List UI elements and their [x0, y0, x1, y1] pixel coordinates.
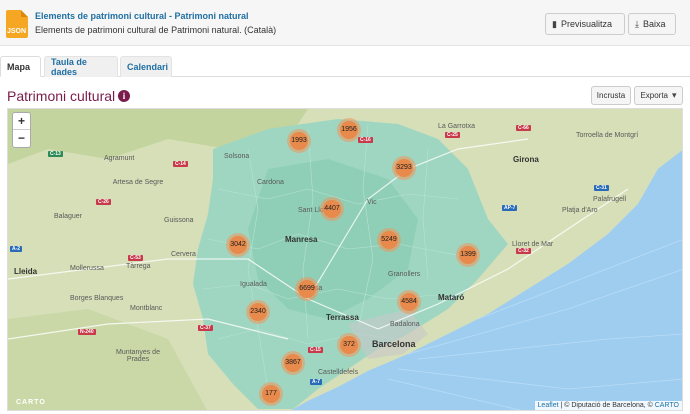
- road-label: C-66: [516, 125, 531, 131]
- download-button[interactable]: ⤓ Baixa: [628, 13, 676, 35]
- resource-subtitle: Elements de patrimoni cultural de Patrim…: [35, 25, 277, 35]
- place-label: Borges Blanques: [70, 295, 124, 302]
- road-label: C-14: [173, 161, 188, 167]
- resource-header: JSON Elements de patrimoni cultural - Pa…: [0, 0, 690, 46]
- road-label: AP-7: [502, 205, 518, 211]
- road-label: C-25: [445, 132, 460, 138]
- place-label: Artesa de Segre: [112, 179, 164, 186]
- zoom-controls: + −: [12, 112, 31, 148]
- marker-cluster[interactable]: 4407: [320, 197, 344, 221]
- place-label: Balaguer: [54, 213, 83, 220]
- road-label: N-240: [78, 329, 96, 335]
- export-dropdown-button[interactable]: Exporta ▾: [634, 86, 683, 105]
- cluster-count: 3867: [284, 354, 302, 372]
- leaflet-link[interactable]: Leaflet: [538, 402, 559, 409]
- marker-cluster[interactable]: 6699: [295, 277, 319, 301]
- place-label: Cardona: [257, 179, 284, 186]
- cluster-count: 1956: [340, 121, 358, 139]
- tab-map[interactable]: Mapa: [0, 56, 41, 77]
- tab-calendar[interactable]: Calendari: [120, 56, 172, 77]
- road-label: C-31: [594, 185, 609, 191]
- marker-cluster[interactable]: 1956: [337, 118, 361, 142]
- place-label: Cervera: [171, 251, 196, 258]
- preview-button-label: Previsualitza: [560, 19, 612, 29]
- marker-cluster[interactable]: 177: [259, 382, 283, 406]
- cluster-count: 2340: [249, 303, 267, 321]
- marker-cluster[interactable]: 1993: [287, 129, 311, 153]
- marker-cluster[interactable]: 3293: [392, 156, 416, 180]
- marker-cluster[interactable]: 1399: [456, 243, 480, 267]
- download-icon: ⤓: [635, 18, 639, 29]
- place-label: Tàrrega: [126, 263, 151, 270]
- download-button-label: Baixa: [642, 19, 666, 29]
- map-section-title: Patrimoni cultural: [7, 88, 116, 104]
- road-label: A-7: [310, 379, 323, 385]
- place-label: Lleida: [14, 267, 38, 276]
- road-label: C-15: [308, 347, 323, 353]
- json-file-icon: JSON: [6, 10, 28, 38]
- carto-link[interactable]: CARTO: [655, 402, 679, 409]
- attribution-text: | © Diputació de Barcelona, ©: [558, 402, 655, 409]
- caret-down-icon: ▾: [672, 90, 677, 100]
- road-label: C-32: [516, 248, 531, 254]
- place-label: Solsona: [224, 153, 250, 160]
- road-label: C-16: [358, 137, 373, 143]
- zoom-in-button[interactable]: +: [13, 113, 30, 130]
- road-label: C-53: [128, 255, 143, 261]
- place-label: Terrassa: [326, 313, 359, 322]
- place-label: Muntanyes de Prades: [116, 349, 160, 363]
- place-label: Agramunt: [104, 155, 135, 162]
- place-label: Badalona: [390, 321, 420, 328]
- place-label: Igualada: [240, 281, 267, 288]
- cluster-count: 4407: [323, 200, 341, 218]
- marker-cluster[interactable]: 372: [337, 333, 361, 357]
- bar-chart-icon: ▮: [552, 18, 557, 29]
- place-label: Torroella de Montgrí: [576, 132, 639, 139]
- cluster-count: 1399: [459, 246, 477, 264]
- resource-title[interactable]: Elements de patrimoni cultural - Patrimo…: [35, 11, 249, 21]
- place-label: La Garrotxa: [438, 123, 475, 130]
- road-label: A-2: [10, 246, 23, 252]
- cluster-count: 1993: [290, 132, 308, 150]
- marker-cluster[interactable]: 4584: [397, 290, 421, 314]
- cluster-count: 372: [340, 336, 358, 354]
- place-label: Girona: [513, 155, 539, 164]
- place-label: Granollers: [388, 271, 421, 278]
- place-label: Manresa: [285, 235, 318, 244]
- zoom-out-button[interactable]: −: [13, 130, 30, 147]
- marker-cluster[interactable]: 3042: [226, 233, 250, 257]
- cluster-count: 3042: [229, 236, 247, 254]
- marker-cluster[interactable]: 5249: [377, 228, 401, 252]
- file-format-label: JSON: [7, 28, 27, 35]
- view-tabs: Mapa Taula de dades Calendari: [0, 56, 690, 77]
- export-button-label: Exporta: [640, 91, 669, 100]
- place-label: Vic: [367, 199, 377, 206]
- place-label: Castelldefels: [318, 369, 359, 376]
- embed-button[interactable]: Incrusta: [591, 86, 631, 105]
- cluster-count: 6699: [298, 280, 316, 298]
- cluster-count: 177: [262, 385, 280, 403]
- place-label: Montblanc: [130, 305, 163, 312]
- place-label: Palafrugell: [593, 196, 627, 203]
- road-label: C-37: [198, 325, 213, 331]
- cluster-count: 4584: [400, 293, 418, 311]
- place-label: Platja d'Aro: [562, 207, 598, 214]
- tab-data-table[interactable]: Taula de dades: [44, 56, 118, 77]
- place-label: Mollerussa: [70, 265, 104, 272]
- road-label: C-13: [48, 151, 63, 157]
- place-label: Mataró: [438, 293, 465, 302]
- marker-cluster[interactable]: 3867: [281, 351, 305, 375]
- place-label: Guissona: [164, 217, 194, 224]
- road-label: C-26: [96, 199, 111, 205]
- map-attribution: Leaflet | © Diputació de Barcelona, © CA…: [534, 401, 682, 410]
- carto-logo: CARTO: [16, 399, 46, 406]
- map-view[interactable]: + − C-13 C-14 C-26 C-66 AP-7 C-31 C-32 C…: [7, 108, 683, 411]
- info-icon[interactable]: i: [118, 90, 130, 102]
- preview-button[interactable]: ▮ Previsualitza: [545, 13, 625, 35]
- place-label: Barcelona: [372, 339, 416, 349]
- cluster-count: 3293: [395, 159, 413, 177]
- cluster-count: 5249: [380, 231, 398, 249]
- place-label: Lloret de Mar: [512, 241, 554, 248]
- marker-cluster[interactable]: 2340: [246, 300, 270, 324]
